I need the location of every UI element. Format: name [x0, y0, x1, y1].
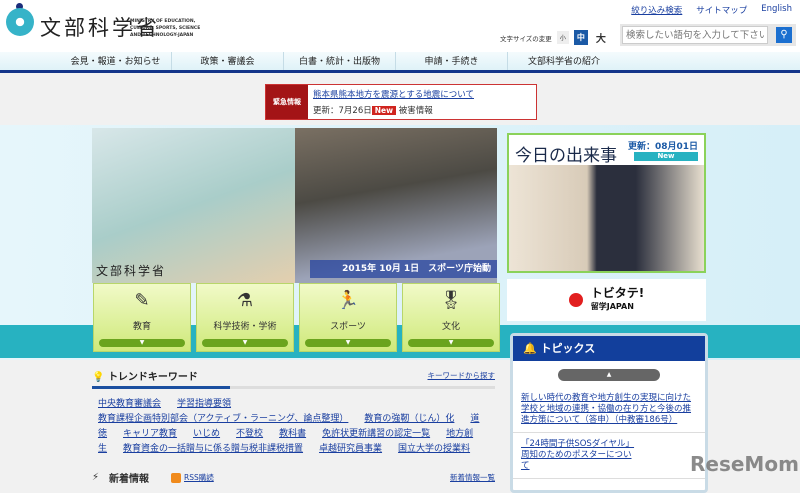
topics-title: トピックス — [540, 342, 596, 355]
alert-suffix: 被害情報 — [398, 106, 433, 116]
keyword-link[interactable]: 教科書 — [279, 429, 306, 439]
resemom-watermark: ReseMom — [690, 452, 799, 476]
tobitate-banner[interactable]: トビタテ! 留学JAPAN — [507, 279, 706, 321]
keyword-link[interactable]: 免許状更新講習の認定一覧 — [322, 429, 430, 439]
nav-policy[interactable]: 政策・審議会 — [172, 52, 284, 70]
nav-press[interactable]: 会見・報道・お知らせ — [60, 52, 172, 70]
filter-search-link[interactable]: 絞り込み検索 — [631, 4, 682, 16]
hero-logo: 文部科学省 — [96, 264, 167, 278]
alert-update: 更新：7月26日 — [313, 106, 372, 116]
chevron-down-icon: ▼ — [99, 339, 185, 347]
global-nav: 会見・報道・お知らせ 政策・審議会 白書・統計・出版物 申請・手続き 文部科学省… — [0, 52, 800, 73]
new-badge: New — [634, 152, 698, 161]
topic-link[interactable]: 新しい時代の教育や地方創生の実現に向けた学校と地域の連携・協働の在り方と今後の推… — [521, 393, 691, 425]
news-header: ⚡ 新着情報 RSS購読 新着情報一覧 — [92, 470, 495, 485]
keyword-link[interactable]: キャリア教育 — [123, 429, 177, 439]
alert-tag: 緊急情報 — [266, 85, 308, 119]
chevron-down-icon: ▼ — [202, 339, 288, 347]
font-size-medium[interactable]: 中 — [573, 30, 588, 45]
logo-english: MINISTRY OF EDUCATION, CULTURE, SPORTS, … — [130, 19, 201, 38]
chevron-down-icon: ▼ — [305, 339, 391, 347]
topics-panel: 🔔 トピックス ▲ 新しい時代の教育や地方創生の実現に向けた学校と地域の連携・協… — [510, 333, 708, 493]
lightbulb-icon: 💡 — [92, 372, 108, 383]
font-size-small[interactable]: 小 — [556, 31, 569, 44]
tile-science[interactable]: ⚗ 科学技術・学術 ▼ — [196, 283, 294, 352]
tile-label: 科学技術・学術 — [213, 322, 277, 332]
today-title: 今日の出来事 — [515, 146, 617, 166]
today-photo — [509, 165, 704, 271]
flask-icon: ⚗ — [236, 290, 254, 311]
tile-culture[interactable]: 🎖 文化 ▼ — [402, 283, 500, 352]
keyword-link[interactable]: 教育の強靭（じん）化 — [364, 414, 454, 424]
medal-icon: 🎖 — [439, 290, 463, 311]
runner-icon: 🏃 — [336, 290, 360, 311]
search-box: ⚲ — [620, 24, 796, 46]
ministry-logo-icon[interactable] — [6, 8, 34, 36]
nav-applications[interactable]: 申請・手続き — [396, 52, 508, 70]
tile-education[interactable]: ✎ 教育 ▼ — [93, 283, 191, 352]
bell-icon: 🔔 — [523, 342, 541, 355]
trend-title: トレンドキーワード — [107, 372, 198, 383]
pencil-icon: ✎ — [134, 290, 150, 311]
keyword-link[interactable]: いじめ — [193, 429, 220, 439]
lightning-icon: ⚡ — [92, 472, 100, 483]
tile-label: スポーツ — [330, 322, 366, 332]
search-button[interactable]: ⚲ — [776, 27, 792, 43]
font-size-switcher: 文字サイズの変更 小 中 大 — [500, 28, 609, 47]
trend-keywords: 💡 トレンドキーワード キーワードから探す 中央教育審議会 学習指導要領教育課程企… — [92, 365, 495, 457]
topic-link[interactable]: 「24時間子供SOSダイヤル」周知のためのポスターについて — [521, 439, 634, 471]
keyword-link[interactable]: 中央教育審議会 — [98, 399, 161, 409]
news-list-link[interactable]: 新着情報一覧 — [450, 472, 495, 483]
keyword-search-link[interactable]: キーワードから探す — [428, 370, 496, 381]
search-input[interactable] — [622, 26, 768, 44]
rising-sun-icon — [568, 293, 583, 307]
tobitate-sub: 留学JAPAN — [590, 302, 634, 311]
font-size-label: 文字サイズの変更 — [500, 34, 552, 43]
rss-icon — [171, 472, 182, 483]
sitemap-link[interactable]: サイトマップ — [696, 4, 747, 16]
hero-caption: 2015年 10月 1日 スポーツ庁始動 — [310, 260, 497, 278]
keyword-link[interactable]: 教育課程企画特別部会（アクティブ・ラーニング、論点整理） — [98, 414, 348, 424]
today-date: 更新：08月01日 — [627, 142, 698, 152]
chevron-down-icon: ▼ — [408, 339, 494, 347]
nav-whitepaper[interactable]: 白書・統計・出版物 — [284, 52, 396, 70]
new-badge: New — [371, 106, 397, 115]
english-link[interactable]: English — [761, 4, 792, 16]
keyword-list: 中央教育審議会 学習指導要領教育課程企画特別部会（アクティブ・ラーニング、論点整理… — [92, 389, 495, 457]
emergency-alert: 緊急情報 熊本県熊本地方を震源とする地震について 更新：7月26日 New 被害情… — [265, 84, 537, 120]
tobitate-title: トビタテ! — [590, 286, 645, 300]
tile-label: 文化 — [441, 322, 460, 332]
rss-link[interactable]: RSS購読 — [184, 472, 214, 483]
keyword-link[interactable]: 教育資金の一括贈与に係る贈与税非課税措置 — [123, 444, 303, 454]
keyword-link[interactable]: 卓越研究員事業 — [319, 444, 382, 454]
news-title: 新着情報 — [109, 474, 150, 485]
font-size-large[interactable]: 大 — [593, 28, 609, 47]
keyword-link[interactable]: 国立大学の授業料 — [398, 444, 470, 454]
utility-links: 絞り込み検索 サイトマップ English — [631, 4, 792, 16]
alert-link[interactable]: 熊本県熊本地方を震源とする地震について — [313, 90, 474, 100]
nav-about[interactable]: 文部科学省の紹介 — [508, 52, 620, 70]
tile-label: 教育 — [132, 322, 151, 332]
tile-sports[interactable]: 🏃 スポーツ ▼ — [299, 283, 397, 352]
hero-image-children[interactable] — [92, 128, 295, 283]
scroll-up-button[interactable]: ▲ — [558, 369, 660, 381]
keyword-link[interactable]: 不登校 — [236, 429, 263, 439]
keyword-link[interactable]: 学習指導要領 — [177, 399, 231, 409]
todays-event-panel[interactable]: 今日の出来事 更新：08月01日 New — [507, 133, 706, 273]
